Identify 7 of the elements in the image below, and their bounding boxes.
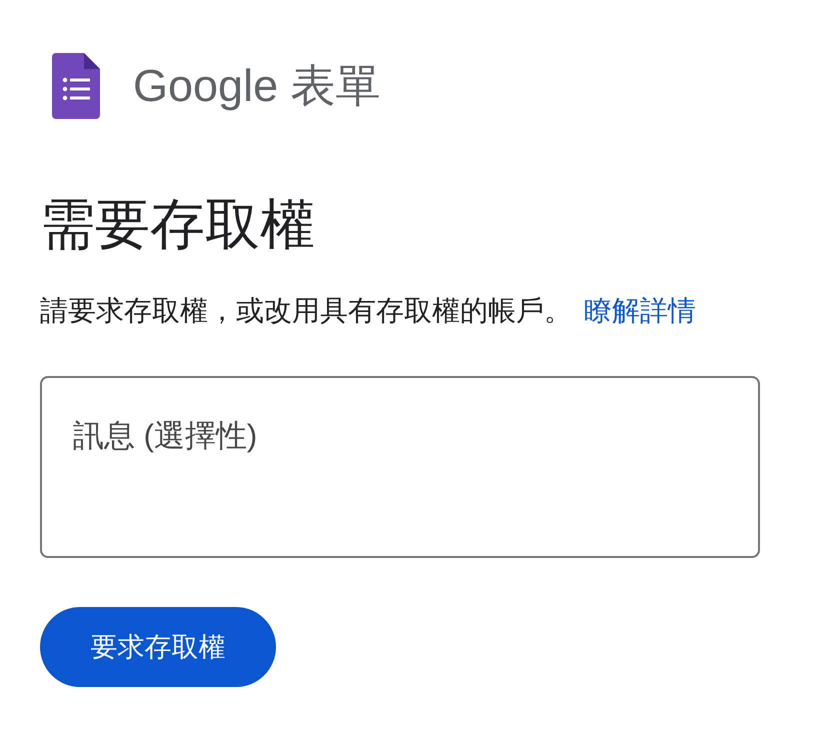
message-field[interactable]: 訊息 (選擇性) xyxy=(40,376,760,558)
document-list-icon xyxy=(52,53,100,119)
product-name: Google 表單 xyxy=(133,60,381,112)
learn-more-link[interactable]: 瞭解詳情 xyxy=(584,291,696,331)
page-heading: 需要存取權 xyxy=(40,192,315,257)
request-access-button[interactable]: 要求存取權 xyxy=(40,607,276,687)
access-message: 請要求存取權，或改用具有存取權的帳戶。 xyxy=(40,294,572,328)
